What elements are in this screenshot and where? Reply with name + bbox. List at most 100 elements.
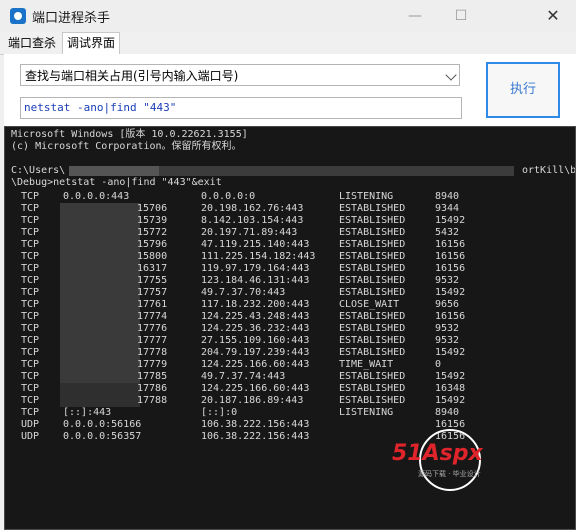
console-state: ESTABLISHED bbox=[339, 239, 406, 250]
console-local-address: 17778 bbox=[137, 347, 168, 358]
console-local-address: 17785 bbox=[137, 371, 168, 382]
console-local-address: 17788 bbox=[137, 395, 168, 406]
close-button[interactable]: ✕ bbox=[530, 0, 576, 32]
console-foreign-address: 111.225.154.182:443 bbox=[201, 251, 316, 262]
tab-port-kill[interactable]: 端口查杀 bbox=[4, 34, 60, 53]
console-state: ESTABLISHED bbox=[339, 383, 406, 394]
console-foreign-address: 117.18.232.200:443 bbox=[201, 299, 310, 310]
console-local-address: [::]:443 bbox=[63, 407, 112, 418]
console-state: ESTABLISHED bbox=[339, 335, 406, 346]
redacted-area bbox=[60, 203, 140, 383]
console-local-address: 17776 bbox=[137, 323, 168, 334]
tab-debug[interactable]: 调试界面 bbox=[62, 32, 121, 54]
console-foreign-address: 20.187.186.89:443 bbox=[201, 395, 304, 406]
console-state: ESTABLISHED bbox=[339, 251, 406, 262]
maximize-button[interactable]: ☐ bbox=[438, 0, 484, 32]
console-pid: 15492 bbox=[435, 287, 466, 298]
console-pid: 9344 bbox=[435, 203, 460, 214]
console-proto: TCP bbox=[21, 191, 40, 202]
console-local-address: 15800 bbox=[137, 251, 168, 262]
watermark-logo: 51Aspx 源码下载 · 毕业设计 bbox=[392, 429, 483, 491]
console-proto: UDP bbox=[21, 419, 40, 430]
watermark-tagline: 源码下载 · 毕业设计 bbox=[418, 469, 481, 478]
console-local-address: 0.0.0.0:56166 bbox=[63, 419, 142, 430]
console-line: Microsoft Windows [版本 10.0.22621.3155] bbox=[11, 129, 248, 140]
console-state: LISTENING bbox=[339, 407, 394, 418]
command-select-value: 查找与端口相关占用(引号内输入端口号) bbox=[25, 69, 239, 83]
console-pid: 15492 bbox=[435, 215, 466, 226]
console-proto: TCP bbox=[21, 275, 40, 286]
console-state: ESTABLISHED bbox=[339, 215, 406, 226]
console-local-address: 0.0.0.0:443 bbox=[63, 191, 130, 202]
console-foreign-address: [::]:0 bbox=[201, 407, 238, 418]
console-pid: 16156 bbox=[435, 263, 466, 274]
app-icon bbox=[10, 8, 26, 24]
redacted-area bbox=[159, 166, 514, 176]
console-state: ESTABLISHED bbox=[339, 311, 406, 322]
console-state: ESTABLISHED bbox=[339, 287, 406, 298]
console-local-address: 16317 bbox=[137, 263, 168, 274]
console-pid: 16156 bbox=[435, 251, 466, 262]
console-foreign-address: 124.225.166.60:443 bbox=[201, 359, 310, 370]
tab-bar: 端口查杀 调试界面 bbox=[0, 32, 576, 55]
console-state: ESTABLISHED bbox=[339, 395, 406, 406]
console-proto: TCP bbox=[21, 263, 40, 274]
console-proto: TCP bbox=[21, 335, 40, 346]
console-foreign-address: 123.184.46.131:443 bbox=[201, 275, 310, 286]
console-proto: TCP bbox=[21, 347, 40, 358]
redacted-area bbox=[69, 166, 159, 176]
console-local-address: 17757 bbox=[137, 287, 168, 298]
console-foreign-address: 49.7.37.74:443 bbox=[201, 371, 286, 382]
console-local-address: 15739 bbox=[137, 215, 168, 226]
console-pid: 9656 bbox=[435, 299, 460, 310]
console-path-tail: ortKill\b bbox=[522, 165, 576, 176]
console-proto: TCP bbox=[21, 203, 40, 214]
console-pid: 16156 bbox=[435, 311, 466, 322]
execute-button[interactable]: 执行 bbox=[486, 62, 560, 118]
console-command-line: \Debug>netstat -ano|find "443"&exit bbox=[11, 177, 222, 188]
console-local-address: 17755 bbox=[137, 275, 168, 286]
console-foreign-address: 204.79.197.239:443 bbox=[201, 347, 310, 358]
console-foreign-address: 47.119.215.140:443 bbox=[201, 239, 310, 250]
console-local-address: 17779 bbox=[137, 359, 168, 370]
console-proto: TCP bbox=[21, 371, 40, 382]
console-proto: TCP bbox=[21, 407, 40, 418]
console-proto: TCP bbox=[21, 227, 40, 238]
redacted-area bbox=[60, 383, 140, 407]
console-proto: TCP bbox=[21, 311, 40, 322]
console-foreign-address: 0.0.0.0:0 bbox=[201, 191, 256, 202]
console-local-address: 17774 bbox=[137, 311, 168, 322]
console-state: ESTABLISHED bbox=[339, 275, 406, 286]
console-local-address: 15706 bbox=[137, 203, 168, 214]
chevron-down-icon[interactable] bbox=[445, 69, 457, 81]
console-pid: 9532 bbox=[435, 335, 460, 346]
console-pid: 16348 bbox=[435, 383, 466, 394]
console-state: ESTABLISHED bbox=[339, 371, 406, 382]
command-input[interactable]: netstat -ano|find "443" bbox=[20, 97, 462, 119]
console-proto: TCP bbox=[21, 239, 40, 250]
console-foreign-address: 20.198.162.76:443 bbox=[201, 203, 304, 214]
console-local-address: 0.0.0.0:56357 bbox=[63, 431, 142, 442]
console-pid: 15492 bbox=[435, 395, 466, 406]
watermark-brand: 51Aspx bbox=[392, 441, 483, 466]
console-pid: 9532 bbox=[435, 323, 460, 334]
console-state: ESTABLISHED bbox=[339, 347, 406, 358]
console-local-address: 17786 bbox=[137, 383, 168, 394]
console-proto: TCP bbox=[21, 395, 40, 406]
command-select[interactable]: 查找与端口相关占用(引号内输入端口号) bbox=[20, 64, 460, 86]
window-title: 端口进程杀手 bbox=[32, 11, 111, 26]
console-foreign-address: 27.155.109.160:443 bbox=[201, 335, 310, 346]
title-bar: 端口进程杀手 — ☐ ✕ bbox=[0, 0, 576, 32]
console-foreign-address: 49.7.37.70:443 bbox=[201, 287, 286, 298]
console-local-address: 15796 bbox=[137, 239, 168, 250]
console-pid: 15492 bbox=[435, 347, 466, 358]
console-foreign-address: 106.38.222.156:443 bbox=[201, 419, 310, 430]
console-state: ESTABLISHED bbox=[339, 227, 406, 238]
console-proto: TCP bbox=[21, 215, 40, 226]
console-line: (c) Microsoft Corporation。保留所有权利。 bbox=[11, 141, 242, 152]
minimize-button[interactable]: — bbox=[392, 0, 438, 32]
console-foreign-address: 124.225.36.232:443 bbox=[201, 323, 310, 334]
console-line: C:\Users\ bbox=[11, 165, 66, 176]
console-foreign-address: 124.225.166.60:443 bbox=[201, 383, 310, 394]
console-proto: TCP bbox=[21, 287, 40, 298]
